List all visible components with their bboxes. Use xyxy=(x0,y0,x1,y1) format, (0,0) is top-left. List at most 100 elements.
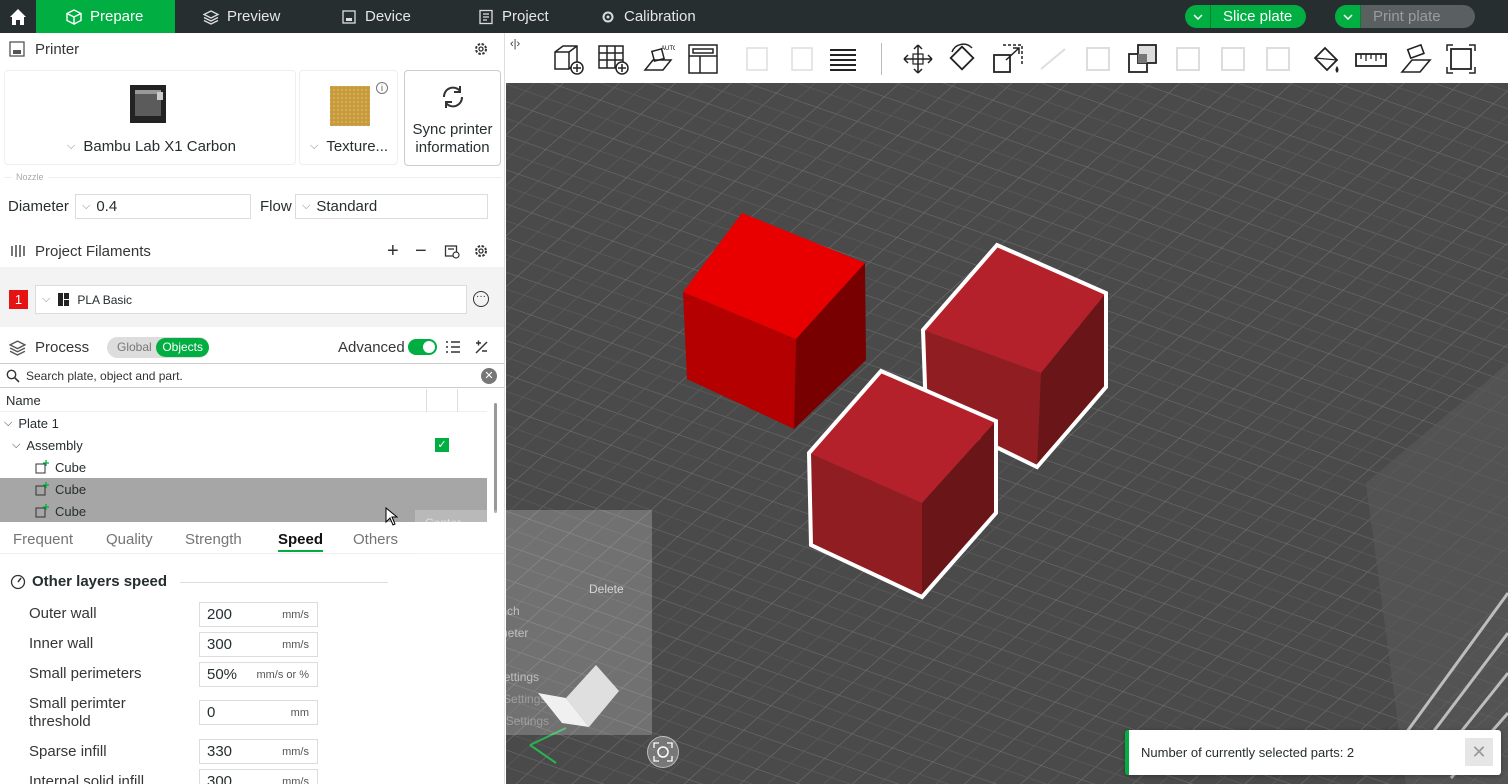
object-search-bar[interactable]: Search plate, object and part. ✕ xyxy=(0,363,504,388)
expand-chevron-icon[interactable]: ⌵ xyxy=(4,417,12,430)
plate-info-icon[interactable]: i xyxy=(376,82,388,94)
menu-item-paste-process[interactable]: Paste Process Settings xyxy=(425,714,549,728)
toggle-global-label[interactable]: Global xyxy=(107,340,156,354)
menu-item-sub-merge[interactable]: Sub merge xyxy=(425,538,484,552)
sync-printer-button[interactable]: Sync printer information xyxy=(404,70,501,166)
add-filament-icon[interactable]: + xyxy=(387,240,399,263)
tab-prepare-label: Prepare xyxy=(90,8,144,25)
setting-input-outer-wall[interactable]: 200 mm/s xyxy=(199,602,318,627)
tree-row-cube-3[interactable]: Cube xyxy=(0,500,487,522)
filament-index-badge[interactable]: 1 xyxy=(9,290,28,309)
tab-preview-label: Preview xyxy=(227,8,281,25)
text-tool-icon[interactable] xyxy=(1261,42,1295,76)
tree-row-cube-1[interactable]: Cube xyxy=(0,456,487,478)
tab-others[interactable]: Others xyxy=(353,531,398,548)
setting-input-small-perimeter-threshold[interactable]: 0 mm xyxy=(199,700,318,725)
diameter-select[interactable]: ⌵ 0.4 xyxy=(75,194,251,219)
tab-frequent[interactable]: Frequent xyxy=(13,531,73,548)
menu-item-convert-inch[interactable]: Convert from inch xyxy=(425,604,520,618)
add-object-icon[interactable] xyxy=(551,42,585,76)
printer-model-card[interactable]: ⌵ Bambu Lab X1 Carbon xyxy=(4,70,296,165)
filament-select[interactable]: ⌵ PLA Basic xyxy=(35,285,467,314)
menu-item-split[interactable]: Split xyxy=(425,648,448,662)
tab-quality[interactable]: Quality xyxy=(106,531,153,548)
print-plate-button[interactable]: Print plate xyxy=(1335,5,1475,28)
menu-item-center[interactable]: Center xyxy=(425,516,461,530)
tab-strength[interactable]: Strength xyxy=(185,531,242,548)
rotate-tool-icon[interactable] xyxy=(946,42,980,76)
setting-input-sparse-infill[interactable]: 330 mm/s xyxy=(199,739,318,764)
seam-paint-icon[interactable] xyxy=(1216,42,1250,76)
home-button[interactable] xyxy=(0,0,36,33)
camera-reset-icon[interactable] xyxy=(647,736,679,768)
plate-type-card[interactable]: i ⌵ Texture... xyxy=(299,70,398,165)
filament-chevron-icon: ⌵ xyxy=(42,293,51,305)
split-parts-icon[interactable] xyxy=(786,42,820,76)
menu-item-convert-meter[interactable]: Convert from meter xyxy=(425,626,528,640)
assembly-view-icon[interactable] xyxy=(1399,42,1433,76)
move-tool-icon[interactable] xyxy=(901,42,935,76)
global-objects-toggle[interactable]: Global Objects xyxy=(107,336,209,358)
tab-prepare[interactable]: Prepare xyxy=(36,0,175,33)
printer-icon xyxy=(9,41,25,57)
setting-input-internal-solid-infill[interactable]: 300 mm/s xyxy=(199,769,318,784)
menu-item-fix-model[interactable]: Fix model xyxy=(425,560,477,574)
printer-thumbnail-icon xyxy=(130,85,166,123)
tab-speed[interactable]: Speed xyxy=(278,531,324,552)
process-title: Process xyxy=(35,338,90,356)
collapse-sidebar-icon[interactable]: ‹|› xyxy=(510,38,520,50)
close-notification-icon[interactable]: ✕ xyxy=(1465,738,1493,766)
toggle-objects-label[interactable]: Objects xyxy=(156,337,209,357)
3d-viewport[interactable]: AUTO ‹|› xyxy=(506,33,1508,784)
slice-dropdown-icon[interactable] xyxy=(1185,5,1211,28)
tab-project[interactable]: Project xyxy=(478,0,549,33)
tree-row-plate[interactable]: ⌵ Plate 1 xyxy=(0,412,487,434)
color-paint-icon[interactable] xyxy=(1309,42,1343,76)
filament-more-icon[interactable]: ··· xyxy=(473,291,489,307)
arrange-icon[interactable] xyxy=(686,42,720,76)
setting-input-small-perimeters[interactable]: 50% mm/s or % xyxy=(199,662,318,687)
setting-label-outer-wall: Outer wall xyxy=(29,605,97,622)
list-view-icon[interactable] xyxy=(445,339,461,355)
advanced-toggle[interactable] xyxy=(408,339,437,355)
split-objects-icon[interactable] xyxy=(741,42,775,76)
printer-section-header: Printer xyxy=(0,37,504,61)
tree-row-cube-2[interactable]: Cube xyxy=(0,478,487,500)
mouse-cursor-icon xyxy=(385,507,399,526)
compare-icon[interactable] xyxy=(473,339,489,355)
variable-layer-height-icon[interactable] xyxy=(826,42,860,76)
setting-input-inner-wall[interactable]: 300 mm/s xyxy=(199,632,318,657)
lay-on-face-icon[interactable] xyxy=(1036,42,1070,76)
tab-preview[interactable]: Preview xyxy=(203,0,280,33)
tab-calibration[interactable]: Calibration xyxy=(600,0,696,33)
assembly-settings-check-icon[interactable]: ✓ xyxy=(435,438,449,452)
menu-item-edit-process[interactable]: Edit Process Settings xyxy=(425,670,539,684)
tree-header-name: Name xyxy=(6,392,41,408)
slice-plate-button[interactable]: Slice plate xyxy=(1185,5,1307,28)
tree-scrollbar[interactable] xyxy=(494,403,497,513)
measure-tool-icon[interactable] xyxy=(1354,42,1388,76)
clear-search-icon[interactable]: ✕ xyxy=(481,368,497,384)
add-plate-icon[interactable] xyxy=(596,42,630,76)
support-paint-icon[interactable] xyxy=(1171,42,1205,76)
remove-filament-icon[interactable]: − xyxy=(415,240,427,263)
filaments-section-header: Project Filaments + − xyxy=(0,239,504,263)
boolean-tool-icon[interactable] xyxy=(1126,42,1160,76)
tab-device[interactable]: Device xyxy=(341,0,411,33)
printer-settings-gear-icon[interactable] xyxy=(473,41,489,57)
menu-item-delete[interactable]: Delete xyxy=(425,582,460,596)
filament-settings-gear-icon[interactable] xyxy=(473,243,489,259)
scale-tool-icon[interactable] xyxy=(991,42,1025,76)
auto-orient-icon[interactable]: AUTO xyxy=(641,42,675,76)
flow-select[interactable]: ⌵ Standard xyxy=(295,194,488,219)
sync-filament-icon[interactable] xyxy=(444,243,460,259)
search-input[interactable]: Search plate, object and part. xyxy=(26,369,183,383)
print-dropdown-icon[interactable] xyxy=(1335,5,1361,28)
device-icon xyxy=(342,9,356,24)
expand-chevron-icon[interactable]: ⌵ xyxy=(12,439,20,452)
cut-tool-icon[interactable] xyxy=(1081,42,1115,76)
fit-view-icon[interactable] xyxy=(1444,42,1478,76)
menu-item-copy-process[interactable]: Copy Process Settings xyxy=(425,692,546,706)
tree-row-assembly[interactable]: ⌵ Assembly ✓ xyxy=(0,434,487,456)
svg-text:AUTO: AUTO xyxy=(661,46,675,52)
